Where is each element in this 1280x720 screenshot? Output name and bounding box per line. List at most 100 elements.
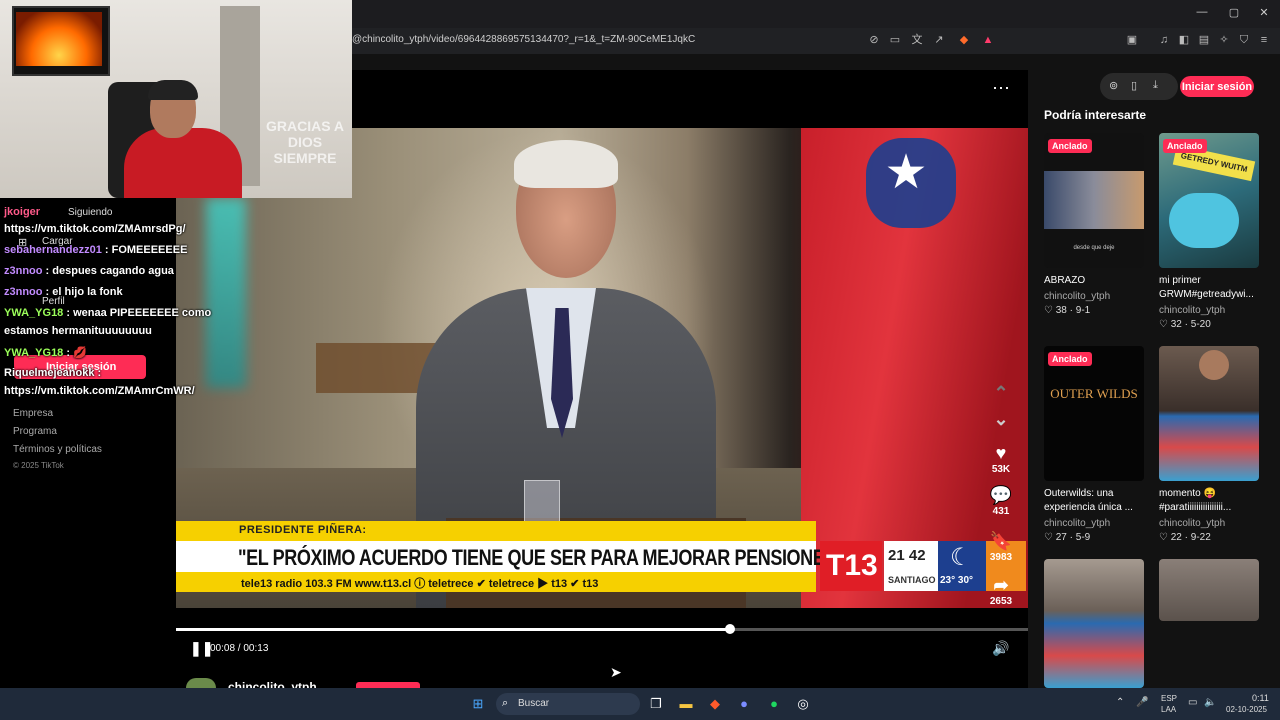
chat-text: : despues cagando agua <box>42 265 174 277</box>
video-card-thumbnail[interactable] <box>1159 559 1259 621</box>
pinned-badge: Anclado <box>1048 352 1092 366</box>
music-icon[interactable]: ♫ <box>1156 32 1172 48</box>
author-avatar[interactable] <box>186 678 216 688</box>
ticker-text: tele13 radio 103.3 FM www.t13.cl ⓘ telet… <box>241 578 599 590</box>
video-card-thumbnail[interactable]: GETREDY WUITM Anclado <box>1159 133 1259 268</box>
card-author[interactable]: chincolito_ytph <box>1044 291 1110 302</box>
clock-time-tray[interactable]: 0:11 <box>1252 693 1269 703</box>
card-stats: ♡ 32 · 5-20 <box>1159 319 1211 330</box>
chat-message: z3nnoo : el hijo la fonk <box>4 286 123 298</box>
streamer-cap <box>148 80 198 100</box>
mobile-icon[interactable]: ▯ <box>1131 79 1137 92</box>
bookmark-icon: 🔖 <box>989 531 1013 551</box>
channel-logo: T13 <box>820 541 882 591</box>
mic-icon[interactable]: 🎤 <box>1136 697 1148 708</box>
card-title[interactable]: ABRAZO <box>1044 274 1148 288</box>
comment-button[interactable]: 💬 431 <box>986 484 1016 517</box>
url-text[interactable]: @chincolito_ytph/video/69644288695751344… <box>352 34 695 45</box>
footer-link-terms[interactable]: Términos y políticas <box>13 444 102 455</box>
like-count: 53K <box>991 464 1011 475</box>
clock-box: 21 42 SANTIAGO <box>884 541 938 591</box>
card-title[interactable]: Outerwilds: una experiencia única ... <box>1044 487 1148 515</box>
save-button[interactable]: 🔖 3983 <box>986 530 1016 563</box>
clock-time: 21 42 <box>888 547 926 564</box>
volume-tray-icon[interactable]: 🔈 <box>1204 697 1216 708</box>
vpn-icon[interactable]: ⛉ <box>1236 32 1252 48</box>
share-button[interactable]: ➦ 2653 <box>986 574 1016 607</box>
like-button[interactable]: ♥ 53K <box>986 442 1016 475</box>
discord-icon[interactable]: ● <box>734 694 754 714</box>
time-display: 00:08 / 00:13 <box>210 643 269 654</box>
chat-username: jkoiger <box>4 206 41 218</box>
sidebar-toggle-icon[interactable]: ▣ <box>1124 32 1140 48</box>
clock-date-tray[interactable]: 02-10-2025 <box>1226 705 1267 714</box>
panel-icon[interactable]: ◧ <box>1176 32 1192 48</box>
footer-link-programa[interactable]: Programa <box>13 426 57 437</box>
card-title[interactable]: mi primer GRWM#getreadywi... <box>1159 274 1263 302</box>
menu-icon[interactable]: ≡ <box>1256 32 1272 48</box>
share-icon[interactable]: ↗ <box>931 32 947 48</box>
download-icon[interactable]: ⤓ <box>1153 79 1158 92</box>
thumb-image <box>1169 193 1239 248</box>
thumb-image <box>1044 171 1144 229</box>
brave-icon[interactable]: ◆ <box>705 694 725 714</box>
taskbar-search[interactable]: ⌕ Buscar <box>496 693 640 715</box>
header-icon-group: ⊚ ▯ ⤓ <box>1100 73 1178 100</box>
translate-icon[interactable]: 文 <box>909 32 925 48</box>
search-label: Buscar <box>518 698 550 709</box>
windows-start-icon[interactable]: ⊞ <box>468 694 488 714</box>
next-video-icon[interactable]: ⌄ <box>986 408 1016 430</box>
brave-shield-icon[interactable]: ◆ <box>956 32 972 48</box>
lower-third-ticker: tele13 radio 103.3 FM www.t13.cl ⓘ telet… <box>176 572 816 592</box>
file-explorer-icon[interactable]: ▬ <box>676 694 696 714</box>
card-author[interactable]: chincolito_ytph <box>1044 518 1110 529</box>
video-card-thumbnail[interactable] <box>1159 346 1259 481</box>
login-button[interactable]: Iniciar sesión <box>1180 76 1254 97</box>
more-options-icon[interactable]: ⋯ <box>992 78 1010 99</box>
card-stats: ♡ 27 · 5-9 <box>1044 532 1091 543</box>
copyright: © 2025 TikTok <box>13 461 64 470</box>
card-author[interactable]: chincolito_ytph <box>1159 518 1225 529</box>
card-author[interactable]: chincolito_ytph <box>1159 305 1225 316</box>
compass-icon[interactable]: ⊚ <box>1109 79 1118 92</box>
wallet-icon[interactable]: ▤ <box>1196 32 1212 48</box>
minimize-icon[interactable]: — <box>1192 6 1212 18</box>
network-icon[interactable]: ▭ <box>1188 697 1197 708</box>
lang-indicator[interactable]: ESP <box>1161 694 1177 703</box>
nav-item-siguiendo[interactable]: Siguiendo <box>68 207 112 218</box>
chat-text: estamos hermanituuuuuuuu <box>4 325 152 337</box>
progress-handle[interactable] <box>725 624 735 634</box>
progress-fill <box>176 628 730 631</box>
channel-logo-text: T13 <box>826 549 878 582</box>
rewards-icon[interactable]: ▲ <box>980 32 996 48</box>
obs-icon[interactable]: ◎ <box>793 694 813 714</box>
chat-text: Riquelmejeanokk : <box>4 367 102 379</box>
maximize-icon[interactable]: ▢ <box>1224 6 1244 19</box>
footer-link-empresa[interactable]: Empresa <box>13 408 53 419</box>
pinned-badge: Anclado <box>1048 139 1092 153</box>
video-card-thumbnail[interactable] <box>1044 559 1144 688</box>
close-icon[interactable]: ✕ <box>1254 6 1274 19</box>
chat-username: z3nnoo <box>4 286 43 298</box>
lang-layout[interactable]: LAA <box>1161 705 1176 714</box>
spotify-icon[interactable]: ● <box>764 694 784 714</box>
card-title[interactable]: momento 😝 #paratiiiiiiiiiiiiiiii... <box>1159 487 1263 515</box>
star-icon: ★ <box>884 146 928 199</box>
video-card-thumbnail[interactable]: desde que deje Anclado <box>1044 133 1144 268</box>
chat-username: z3nnoo <box>4 265 43 277</box>
tray-chevron-icon[interactable]: ⌃ <box>1116 697 1124 708</box>
reader-icon[interactable]: ⊘ <box>866 32 882 48</box>
card-stats: ♡ 38 · 9-1 <box>1044 305 1091 316</box>
chat-message: z3nnoo : despues cagando agua <box>4 265 174 277</box>
author-name[interactable]: chincolito_ytph <box>228 680 317 688</box>
volume-icon[interactable]: 🔊 <box>992 640 1009 657</box>
chat-message: https://vm.tiktok.com/ZMAmrCmWR/ <box>4 385 195 397</box>
extensions-icon[interactable]: ✧ <box>1216 32 1232 48</box>
task-view-icon[interactable]: ❐ <box>646 694 666 714</box>
chat-message: Riquelmejeanokk : <box>4 367 101 379</box>
search-icon: ⌕ <box>502 697 509 709</box>
video-card-thumbnail[interactable]: OUTER WILDS Anclado <box>1044 346 1144 481</box>
prev-video-icon[interactable]: ⌃ <box>986 382 1016 404</box>
thumb-caption: desde que deje <box>1073 245 1115 251</box>
cast-icon[interactable]: ▭ <box>887 32 903 48</box>
